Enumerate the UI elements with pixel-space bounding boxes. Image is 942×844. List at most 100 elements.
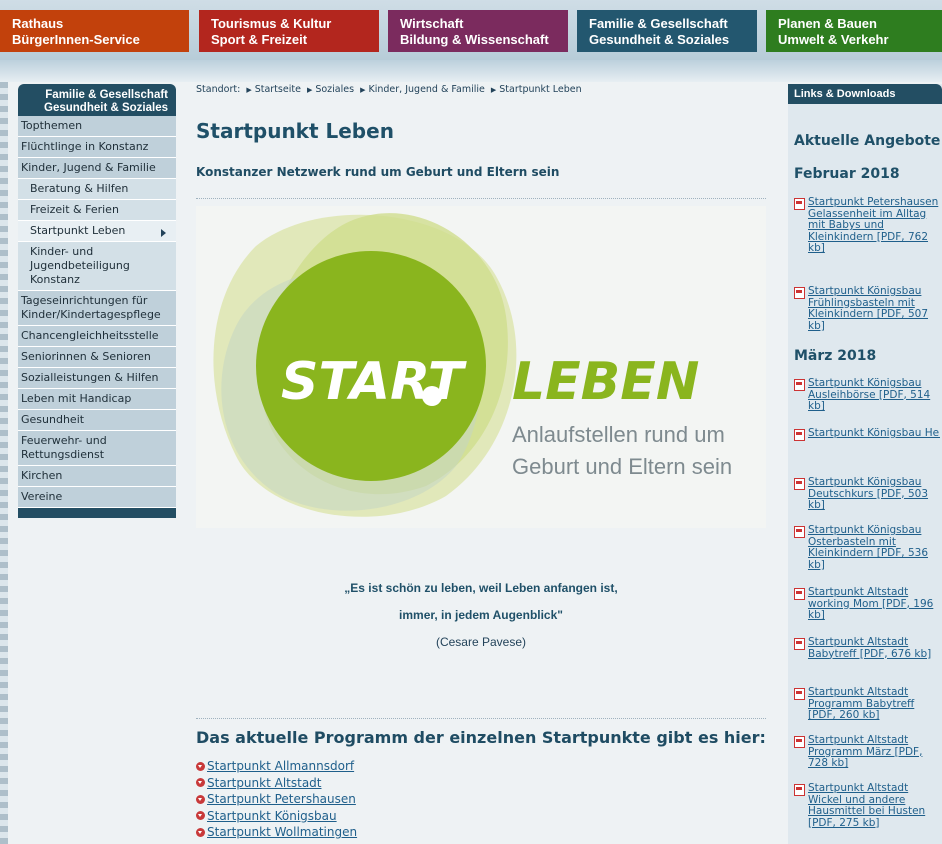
program-link[interactable]: Startpunkt Petershausen — [196, 791, 357, 808]
hero-tagline: Anlaufstellen rund um — [512, 422, 725, 447]
pdf-icon — [794, 736, 808, 748]
left-sidebar: Familie & Gesellschaft Gesundheit & Sozi… — [18, 84, 176, 518]
sidebar-item-sozialleistungen[interactable]: Sozialleistungen & Hilfen — [18, 368, 176, 389]
download-label: Startpunkt Altstadt Programm Babytreff [… — [808, 686, 915, 722]
decorative-edge — [0, 82, 8, 844]
sidebar-item-beratung[interactable]: Beratung & Hilfen — [18, 179, 176, 200]
arrow-down-bullet-icon — [196, 794, 205, 804]
pdf-icon — [794, 429, 808, 441]
pdf-icon — [794, 379, 808, 391]
download-link[interactable]: Startpunkt Altstadt Programm Babytreff [… — [794, 686, 940, 722]
chevron-right-icon: ▶ — [306, 86, 313, 94]
chevron-right-icon: ▶ — [360, 86, 366, 94]
sidebar-item-fluechtlinge[interactable]: Flüchtlinge in Konstanz — [18, 137, 176, 158]
breadcrumb-link[interactable]: Startseite — [255, 84, 301, 95]
download-link[interactable]: Startpunkt Königsbau Hebammensprechstund… — [794, 428, 940, 441]
download-link[interactable]: Startpunkt Königsbau Frühlingsbasteln mi… — [794, 285, 940, 332]
pdf-icon — [794, 478, 808, 490]
topnav-wirtschaft[interactable]: Wirtschaft Bildung & Wissenschaft — [388, 10, 568, 52]
program-link[interactable]: Startpunkt Allmannsdorf — [196, 758, 357, 775]
arrow-down-bullet-icon — [196, 761, 205, 771]
breadcrumb: Standort: ▶ Startseite ▶ Soziales ▶ Kinder,… — [196, 84, 766, 96]
offers-heading: Aktuelle Angebote — [794, 133, 941, 149]
month-heading: Februar 2018 — [794, 166, 900, 182]
program-link-label: Startpunkt Altstadt — [207, 775, 322, 790]
topnav-rathaus[interactable]: Rathaus BürgerInnen-Service — [0, 10, 189, 52]
program-heading: Das aktuelle Programm der einzelnen Star… — [196, 728, 766, 747]
month-heading: März 2018 — [794, 348, 877, 364]
arrow-down-bullet-icon — [196, 827, 205, 837]
arrow-down-bullet-icon — [196, 811, 205, 821]
topnav-label: Bildung & Wissenschaft — [400, 32, 549, 47]
topnav-planen[interactable]: Planen & Bauen Umwelt & Verkehr — [766, 10, 942, 52]
topnav-familie[interactable]: Familie & Gesellschaft Gesundheit & Sozi… — [577, 10, 757, 52]
download-link[interactable]: Startpunkt Altstadt working Mom [PDF, 19… — [794, 586, 940, 622]
download-link[interactable]: Startpunkt Altstadt Wickel und andere Ha… — [794, 782, 940, 829]
topnav-label: Planen & Bauen — [778, 16, 877, 31]
sidebar-item-startpunkt-leben[interactable]: Startpunkt Leben — [18, 221, 176, 242]
topnav-label: BürgerInnen-Service — [12, 32, 140, 47]
pdf-icon — [794, 198, 808, 210]
download-link[interactable]: Startpunkt Altstadt Babytreff [PDF, 676 … — [794, 636, 940, 660]
sidebar-item-topthemen[interactable]: Topthemen — [18, 116, 176, 137]
breadcrumb-prefix: Standort: — [196, 84, 241, 95]
sidebar-item-gesundheit[interactable]: Gesundheit — [18, 410, 176, 431]
quote-line: „Es ist schön zu leben, weil Leben anfan… — [344, 581, 618, 595]
pdf-icon — [794, 784, 808, 796]
sidebar-item-senioren[interactable]: Seniorinnen & Senioren — [18, 347, 176, 368]
sidebar-item-jugendbeteiligung[interactable]: Kinder- und Jugendbeteiligung Konstanz — [18, 242, 176, 291]
download-label: Startpunkt Königsbau Ausleihbörse [PDF, … — [808, 377, 931, 413]
sidebar-item-tageseinrichtungen[interactable]: Tageseinrichtungen für Kinder/Kindertage… — [18, 291, 176, 326]
sidebar-item-chancengleichheit[interactable]: Chancengleichheitsstelle — [18, 326, 176, 347]
program-link-label: Startpunkt Königsbau — [207, 808, 337, 823]
download-link[interactable]: Startpunkt Altstadt Programm März [PDF, … — [794, 734, 940, 770]
sidebar-item-kirchen[interactable]: Kirchen — [18, 466, 176, 487]
download-label: Startpunkt Altstadt Programm März [PDF, … — [808, 734, 923, 770]
arrow-down-bullet-icon — [196, 778, 205, 788]
topnav-tourismus[interactable]: Tourismus & Kultur Sport & Freizeit — [199, 10, 379, 52]
download-label: Startpunkt Königsbau Hebammensprechstund… — [808, 428, 940, 439]
right-sidebar: Links & Downloads Aktuelle Angebote Febr… — [788, 84, 942, 844]
start-leben-logo: START LEBEN Anlaufstellen rund um Geburt… — [213, 213, 732, 517]
program-link[interactable]: Startpunkt Wollmatingen — [196, 824, 357, 841]
sidebar-item-vereine[interactable]: Vereine — [18, 487, 176, 508]
sidebar-item-feuerwehr[interactable]: Feuerwehr- und Rettungsdienst — [18, 431, 176, 466]
download-label: Startpunkt Königsbau Osterbasteln mit Kl… — [808, 524, 929, 571]
download-label: Startpunkt Altstadt Wickel und andere Ha… — [808, 782, 926, 829]
breadcrumb-link[interactable]: Kinder, Jugend & Familie — [369, 84, 485, 95]
chevron-right-icon: ▶ — [490, 86, 497, 94]
topnav-label: Familie & Gesellschaft — [589, 16, 728, 31]
sidebar-header-line: Familie & Gesellschaft — [45, 89, 168, 101]
sidebar-item-freizeit[interactable]: Freizeit & Ferien — [18, 200, 176, 221]
hero-image: START LEBEN Anlaufstellen rund um Geburt… — [196, 206, 766, 528]
sidebar-header: Familie & Gesellschaft Gesundheit & Sozi… — [18, 84, 176, 116]
breadcrumb-link[interactable]: Soziales — [315, 84, 354, 95]
main-content: Standort: ▶ Startseite ▶ Soziales ▶ Kinder,… — [196, 84, 766, 839]
sidebar-footer — [18, 508, 176, 518]
program-link[interactable]: Startpunkt Altstadt — [196, 775, 357, 792]
pdf-icon — [794, 526, 808, 538]
page-title: Startpunkt Leben — [196, 119, 394, 143]
pdf-icon — [794, 287, 808, 299]
topnav-label: Rathaus — [12, 16, 64, 31]
hero-word-leben: LEBEN — [512, 352, 699, 412]
program-link-label: Startpunkt Wollmatingen — [207, 825, 358, 839]
download-label: Startpunkt Altstadt Babytreff [PDF, 676 … — [808, 636, 932, 660]
pdf-icon — [794, 638, 808, 650]
sidebar-item-handicap[interactable]: Leben mit Handicap — [18, 389, 176, 410]
download-link[interactable]: Startpunkt Königsbau Ausleihbörse [PDF, … — [794, 377, 940, 413]
download-link[interactable]: Startpunkt Petershausen Gelassenheit im … — [794, 196, 940, 255]
divider — [196, 198, 766, 199]
quote-line: immer, in jedem Augenblick" — [399, 608, 563, 622]
pdf-icon — [794, 588, 808, 600]
sidebar-header-line: Gesundheit & Soziales — [44, 102, 168, 114]
download-label: Startpunkt Petershausen Gelassenheit im … — [808, 196, 939, 255]
program-link[interactable]: Startpunkt Königsbau — [196, 808, 357, 825]
download-link[interactable]: Startpunkt Königsbau Osterbasteln mit Kl… — [794, 524, 940, 571]
top-navigation: Rathaus BürgerInnen-Service Tourismus & … — [0, 0, 942, 60]
download-link[interactable]: Startpunkt Königsbau Deutschkurs [PDF, 5… — [794, 476, 940, 512]
downloads-header: Links & Downloads — [788, 84, 942, 104]
topnav-label: Wirtschaft — [400, 16, 464, 31]
sidebar-item-kinder-jugend-familie[interactable]: Kinder, Jugend & Familie — [18, 158, 176, 179]
quote-author: (Cesare Pavese) — [435, 635, 527, 649]
